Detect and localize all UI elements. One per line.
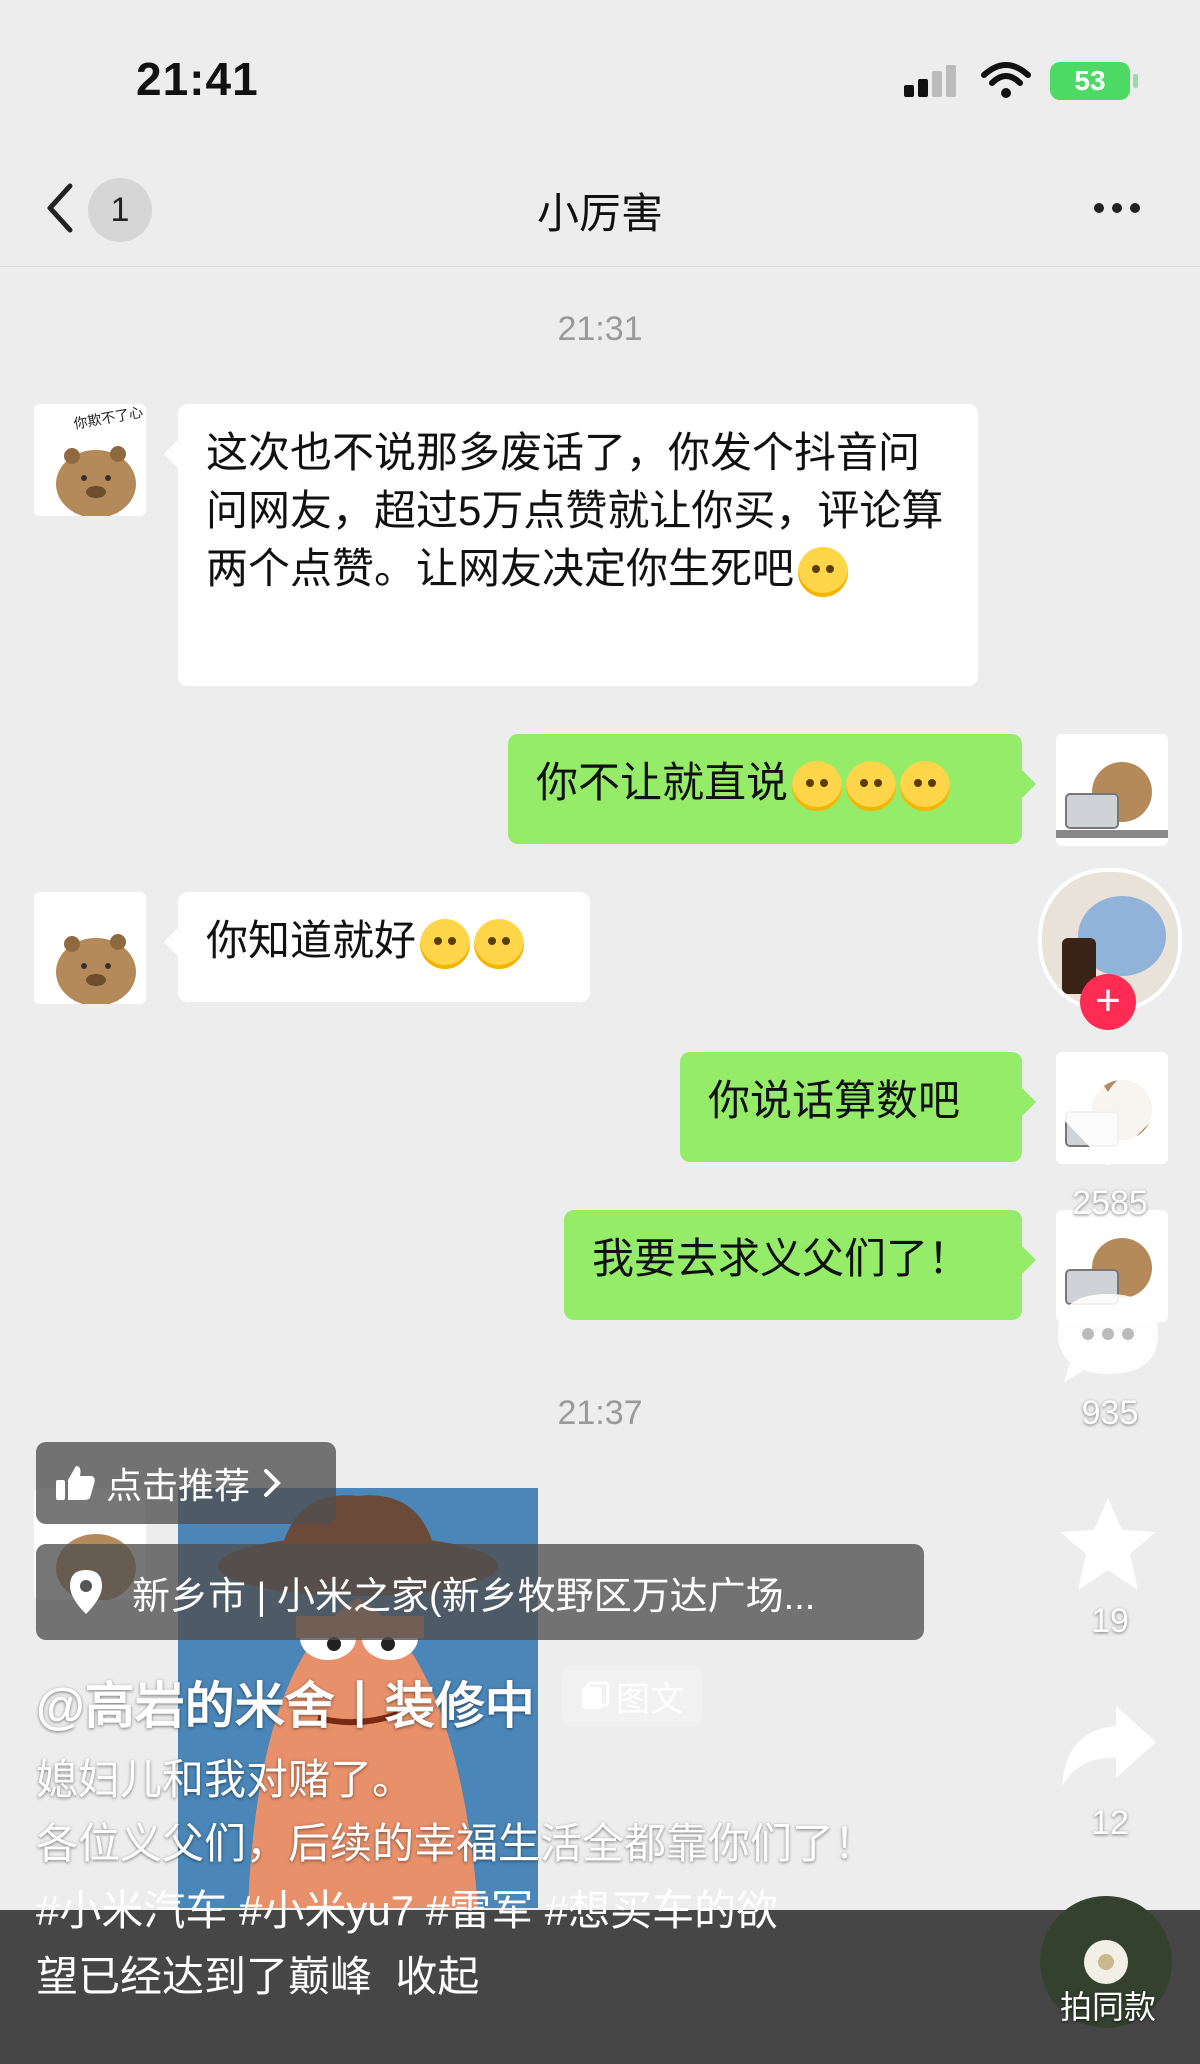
message-text: 你说话算数吧 <box>708 1077 961 1124</box>
message-bubble-outgoing[interactable]: 你说话算数吧 <box>680 1052 1036 1162</box>
status-time: 21:41 <box>136 53 259 105</box>
caption-line: 各位义父们，后续的幸福生活全都靠你们了！ <box>36 1820 877 1867</box>
my-avatar[interactable] <box>1056 734 1168 846</box>
message-text: 你不让就直说 <box>536 759 789 806</box>
chevron-right-icon <box>264 1469 281 1497</box>
message-bubble-outgoing[interactable]: 你不让就直说 <box>508 734 1036 844</box>
timestamp: 21:31 <box>557 310 643 348</box>
recommend-button[interactable]: 点击推荐 <box>36 1442 336 1524</box>
message-text: 你知道就好 <box>206 917 417 964</box>
contact-avatar[interactable]: 你欺不了心 <box>34 404 146 516</box>
like-count: 2585 <box>1072 1184 1148 1222</box>
eye-roll-emoji-icon <box>846 760 897 811</box>
comment-count: 935 <box>1081 1394 1139 1432</box>
timestamp: 21:37 <box>557 1394 643 1432</box>
signal-icon <box>904 65 956 97</box>
smile-emoji-icon <box>420 918 471 969</box>
caption-line: 媳妇儿和我对赌了。 <box>36 1756 415 1803</box>
message-bubble-outgoing[interactable]: 我要去求义父们了！ <box>564 1210 1036 1320</box>
favorite-count: 19 <box>1091 1602 1129 1640</box>
heart-icon[interactable] <box>1052 1070 1164 1170</box>
image-post-label: 图文 <box>616 1680 684 1719</box>
collapse-link[interactable]: 收起 <box>395 1953 479 2000</box>
bear-laptop-icon <box>1056 734 1168 846</box>
location-pin-icon <box>70 1570 102 1614</box>
image-post-icon <box>582 1681 610 1709</box>
same-style-button[interactable]: 拍同款 <box>1038 1982 1178 2028</box>
message-text: 我要去求义父们了！ <box>592 1235 971 1282</box>
recommend-label: 点击推荐 <box>106 1465 251 1506</box>
caption: 媳妇儿和我对赌了。 各位义父们，后续的幸福生活全都靠你们了！ <box>36 1748 876 1876</box>
share-count: 12 <box>1091 1804 1129 1842</box>
thumbs-up-icon <box>56 1466 95 1500</box>
eye-roll-emoji-icon <box>900 760 951 811</box>
contact-avatar[interactable] <box>34 892 146 1004</box>
location-tag[interactable]: 新乡市 | 小米之家(新乡牧野区万达广场... <box>36 1544 924 1640</box>
battery-indicator: 53 <box>1050 62 1138 100</box>
wifi-icon <box>981 62 1031 98</box>
message-bubble-incoming[interactable]: 这次也不说那多废话了，你发个抖音问问网友，超过5万点赞就让你买，评论算两个点赞。… <box>164 404 978 686</box>
eye-roll-emoji-icon <box>792 760 843 811</box>
more-icon[interactable] <box>1094 196 1148 220</box>
follow-plus-button[interactable]: + <box>1080 974 1136 1030</box>
smirk-emoji-icon <box>798 546 849 597</box>
comment-icon[interactable] <box>1054 1290 1162 1386</box>
chat-title: 小厉害 <box>536 190 663 237</box>
bear-sticker-icon: 你欺不了心 <box>34 404 146 516</box>
hashtags[interactable]: #小米汽车 #小米yu7 #雷军 #想买车的欲 望已经达到了巅峰 收起 <box>36 1878 778 2010</box>
image-post-tag: 图文 <box>562 1666 702 1726</box>
hashtag-line: #小米汽车 #小米yu7 #雷军 #想买车的欲 <box>36 1887 779 1934</box>
message-bubble-incoming[interactable]: 你知道就好 <box>164 892 590 1002</box>
star-icon[interactable] <box>1056 1494 1160 1594</box>
share-icon[interactable] <box>1056 1700 1160 1790</box>
location-text: 新乡市 | 小米之家(新乡牧野区万达广场... <box>132 1575 816 1618</box>
bear-sticker-icon <box>34 892 146 1004</box>
hashtag-line: 望已经达到了巅峰 <box>36 1953 373 2000</box>
smile-emoji-icon <box>474 918 525 969</box>
author-name[interactable]: @高岩的米舍丨装修中 <box>36 1666 535 1738</box>
status-icons: 53 <box>902 60 1138 102</box>
